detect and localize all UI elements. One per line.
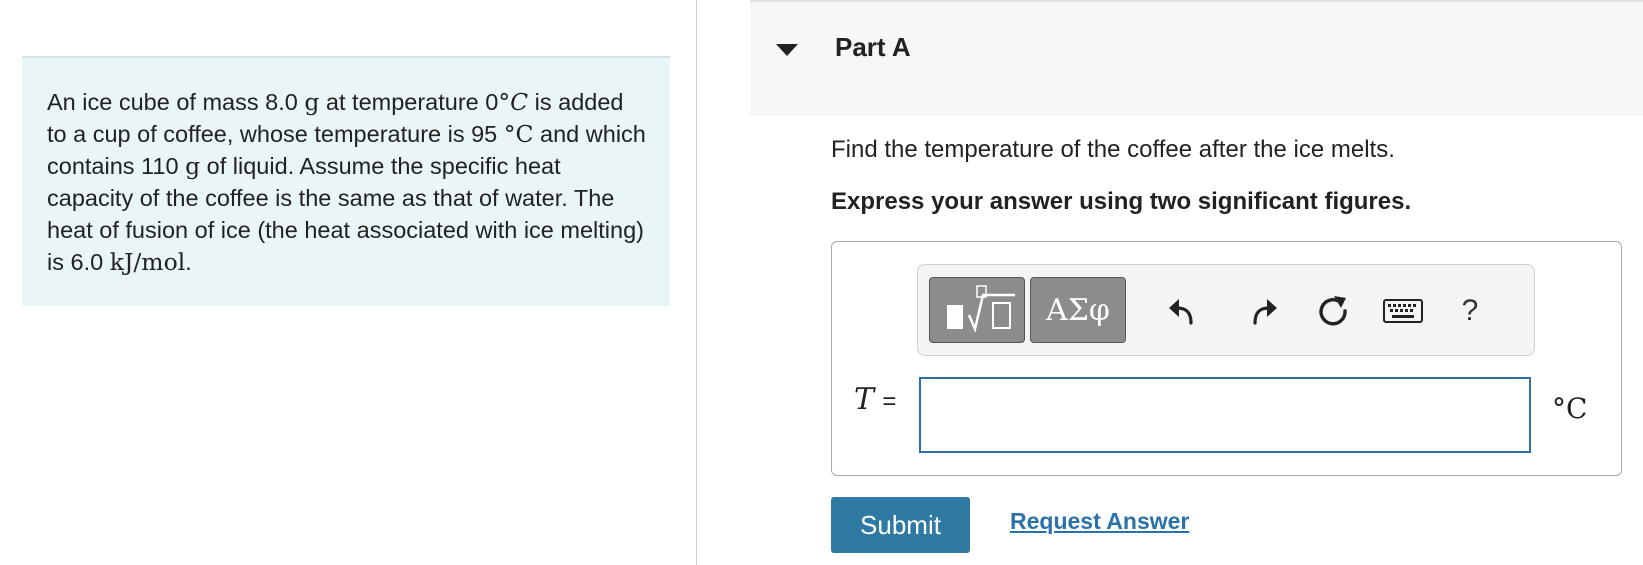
keyboard-button[interactable] (1381, 289, 1425, 333)
question-text: Find the temperature of the coffee after… (831, 136, 1395, 163)
redo-button[interactable] (1241, 289, 1285, 333)
help-icon: ? (1461, 294, 1479, 327)
problem-panel: An ice cube of mass 8.0 g at temperature… (22, 56, 670, 306)
unit-label: °C (1552, 392, 1588, 425)
math-toolbar: ΑΣφ ? (917, 264, 1535, 356)
answer-input[interactable] (919, 377, 1531, 453)
help-button[interactable]: ? (1448, 289, 1492, 333)
variable-label: T = (854, 382, 896, 417)
variable-symbol: T (854, 382, 875, 417)
undo-button[interactable] (1161, 289, 1205, 333)
reset-button[interactable] (1311, 289, 1355, 333)
instruction-text: Express your answer using two significan… (831, 188, 1412, 215)
submit-button[interactable]: Submit (831, 497, 970, 553)
answer-box: ΑΣφ ? T = °C (831, 241, 1622, 476)
keyboard-icon (1383, 299, 1423, 323)
greek-symbols-button[interactable]: ΑΣφ (1030, 277, 1126, 343)
part-header[interactable]: Part A (750, 0, 1643, 116)
templates-icon (947, 285, 1015, 333)
panel-divider (696, 0, 697, 565)
collapse-caret-icon[interactable] (776, 44, 798, 56)
undo-icon (1169, 299, 1193, 325)
part-title: Part A (835, 32, 911, 62)
problem-statement: An ice cube of mass 8.0 g at temperature… (47, 88, 646, 276)
request-answer-link[interactable]: Request Answer (1010, 508, 1189, 535)
greek-symbols-label: ΑΣφ (1046, 292, 1110, 328)
reset-icon (1319, 296, 1347, 326)
redo-icon (1253, 299, 1277, 325)
templates-button[interactable] (929, 277, 1025, 343)
equals-sign: = (882, 388, 897, 415)
